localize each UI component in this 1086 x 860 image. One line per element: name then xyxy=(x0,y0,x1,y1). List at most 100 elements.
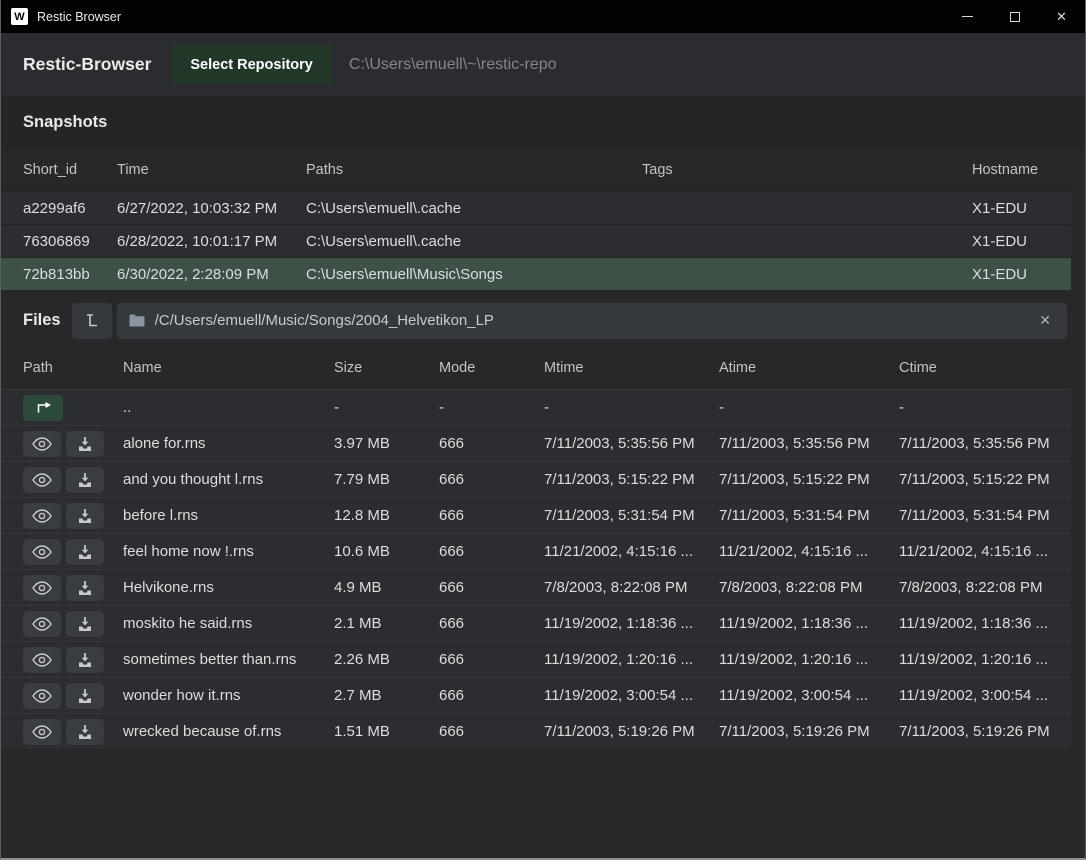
snapshot-paths: C:\Users\emuell\.cache xyxy=(306,200,642,217)
file-mtime: 7/11/2003, 5:15:22 PM xyxy=(544,471,719,488)
window-controls: ✕ xyxy=(944,0,1085,33)
folder-icon xyxy=(129,314,145,327)
file-size: 1.51 MB xyxy=(334,723,439,740)
snapshots-table-header: Short_id Time Paths Tags Hostname xyxy=(1,149,1071,191)
file-name: alone for.rns xyxy=(123,435,334,452)
file-mtime: 7/11/2003, 5:35:56 PM xyxy=(544,435,719,452)
file-size: 4.9 MB xyxy=(334,579,439,596)
download-file-button[interactable] xyxy=(66,647,104,673)
close-button[interactable]: ✕ xyxy=(1038,0,1085,33)
file-size: 10.6 MB xyxy=(334,543,439,560)
file-atime: 11/19/2002, 1:20:16 ... xyxy=(719,651,899,668)
view-file-button[interactable] xyxy=(23,503,61,529)
download-file-button[interactable] xyxy=(66,683,104,709)
view-file-button[interactable] xyxy=(23,431,61,457)
eye-icon xyxy=(32,617,52,631)
column-header-hostname: Hostname xyxy=(972,162,1071,178)
download-file-button[interactable] xyxy=(66,575,104,601)
files-rows: alone for.rns 3.97 MB 666 7/11/2003, 5:3… xyxy=(1,425,1071,749)
file-row: moskito he said.rns 2.1 MB 666 11/19/200… xyxy=(1,605,1071,641)
download-icon xyxy=(77,580,93,596)
file-mtime: 11/21/2002, 4:15:16 ... xyxy=(544,543,719,560)
download-file-button[interactable] xyxy=(66,503,104,529)
snapshot-short-id: 76306869 xyxy=(23,233,117,250)
file-row: wonder how it.rns 2.7 MB 666 11/19/2002,… xyxy=(1,677,1071,713)
clear-path-button[interactable]: ✕ xyxy=(1035,310,1055,331)
column-header-atime: Atime xyxy=(719,360,899,376)
eye-icon xyxy=(32,509,52,523)
column-header-name: Name xyxy=(123,360,334,376)
file-mtime: 11/19/2002, 3:00:54 ... xyxy=(544,687,719,704)
file-atime: 7/11/2003, 5:31:54 PM xyxy=(719,507,899,524)
download-file-button[interactable] xyxy=(66,719,104,745)
column-header-tags: Tags xyxy=(642,162,972,178)
file-mtime: 11/19/2002, 1:18:36 ... xyxy=(544,615,719,632)
snapshot-hostname: X1-EDU xyxy=(972,233,1071,250)
file-mtime: 7/11/2003, 5:19:26 PM xyxy=(544,723,719,740)
view-file-button[interactable] xyxy=(23,683,61,709)
dump-icon xyxy=(84,312,99,329)
eye-icon xyxy=(32,437,52,451)
view-file-button[interactable] xyxy=(23,611,61,637)
file-mode: 666 xyxy=(439,435,544,452)
file-mode: 666 xyxy=(439,507,544,524)
file-mtime: 11/19/2002, 1:20:16 ... xyxy=(544,651,719,668)
download-file-button[interactable] xyxy=(66,539,104,565)
download-file-button[interactable] xyxy=(66,467,104,493)
column-header-short-id: Short_id xyxy=(23,162,117,178)
window-title: Restic Browser xyxy=(37,10,121,24)
file-size: 7.79 MB xyxy=(334,471,439,488)
download-file-button[interactable] xyxy=(66,611,104,637)
snapshots-section-heading: Snapshots xyxy=(1,96,1085,149)
column-header-time: Time xyxy=(117,162,306,178)
file-atime: 7/8/2003, 8:22:08 PM xyxy=(719,579,899,596)
view-file-button[interactable] xyxy=(23,467,61,493)
eye-icon xyxy=(32,653,52,667)
snapshot-short-id: 72b813bb xyxy=(23,266,117,283)
go-parent-button[interactable] xyxy=(23,395,63,421)
file-size: 12.8 MB xyxy=(334,507,439,524)
file-row: before l.rns 12.8 MB 666 7/11/2003, 5:31… xyxy=(1,497,1071,533)
select-repository-button[interactable]: Select Repository xyxy=(171,45,332,84)
eye-icon xyxy=(32,545,52,559)
minimize-button[interactable] xyxy=(944,0,991,33)
file-ctime: 11/19/2002, 1:20:16 ... xyxy=(899,651,1071,668)
file-atime: - xyxy=(719,399,899,416)
file-row: alone for.rns 3.97 MB 666 7/11/2003, 5:3… xyxy=(1,425,1071,461)
file-mode: 666 xyxy=(439,543,544,560)
download-icon xyxy=(77,724,93,740)
snapshot-row[interactable]: 76306869 6/28/2022, 10:01:17 PM C:\Users… xyxy=(1,224,1071,257)
column-header-mode: Mode xyxy=(439,360,544,376)
eye-icon xyxy=(32,689,52,703)
snapshots-table: Short_id Time Paths Tags Hostname a2299a… xyxy=(1,149,1071,290)
view-file-button[interactable] xyxy=(23,719,61,745)
eye-icon xyxy=(32,581,52,595)
file-ctime: 7/11/2003, 5:15:22 PM xyxy=(899,471,1071,488)
snapshots-heading-label: Snapshots xyxy=(23,113,107,132)
maximize-button[interactable] xyxy=(991,0,1038,33)
download-icon xyxy=(77,652,93,668)
file-mode: 666 xyxy=(439,471,544,488)
snapshot-row[interactable]: 72b813bb 6/30/2022, 2:28:09 PM C:\Users\… xyxy=(1,257,1071,290)
file-row: sometimes better than.rns 2.26 MB 666 11… xyxy=(1,641,1071,677)
maximize-icon xyxy=(1010,12,1020,22)
view-file-button[interactable] xyxy=(23,575,61,601)
files-path-input[interactable]: /C/Users/emuell/Music/Songs/2004_Helveti… xyxy=(117,303,1067,339)
file-mode: 666 xyxy=(439,687,544,704)
file-size: 2.1 MB xyxy=(334,615,439,632)
file-ctime: 7/11/2003, 5:19:26 PM xyxy=(899,723,1071,740)
file-row: feel home now !.rns 10.6 MB 666 11/21/20… xyxy=(1,533,1071,569)
download-icon xyxy=(77,544,93,560)
snapshot-row[interactable]: a2299af6 6/27/2022, 10:03:32 PM C:\Users… xyxy=(1,191,1071,224)
view-file-button[interactable] xyxy=(23,647,61,673)
file-ctime: 7/11/2003, 5:31:54 PM xyxy=(899,507,1071,524)
file-name: sometimes better than.rns xyxy=(123,651,334,668)
file-size: 2.7 MB xyxy=(334,687,439,704)
eye-icon xyxy=(32,473,52,487)
download-file-button[interactable] xyxy=(66,431,104,457)
file-name: wrecked because of.rns xyxy=(123,723,334,740)
file-name: Helvikone.rns xyxy=(123,579,334,596)
view-file-button[interactable] xyxy=(23,539,61,565)
dump-snapshot-button[interactable] xyxy=(72,303,112,339)
file-size: 3.97 MB xyxy=(334,435,439,452)
